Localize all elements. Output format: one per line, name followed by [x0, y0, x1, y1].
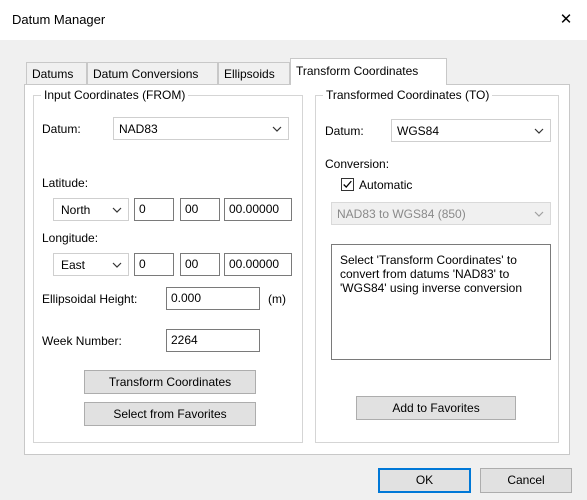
chevron-down-icon	[534, 211, 544, 217]
latitude-seconds-input[interactable]: 00.00000	[224, 198, 292, 221]
longitude-minutes-input[interactable]: 00	[180, 253, 220, 276]
week-number-input[interactable]: 2264	[166, 329, 260, 352]
latitude-minutes-input[interactable]: 00	[180, 198, 220, 221]
conversion-value: NAD83 to WGS84 (850)	[337, 207, 466, 221]
longitude-hemisphere-select[interactable]: East	[53, 253, 129, 276]
ellipsoidal-height-input[interactable]: 0.000	[166, 287, 260, 310]
window-title: Datum Manager	[12, 12, 106, 27]
week-number-label: Week Number:	[42, 334, 122, 348]
latitude-label: Latitude:	[42, 176, 89, 190]
chevron-down-icon	[112, 262, 122, 268]
output-datum-select[interactable]: WGS84	[391, 119, 551, 142]
latitude-hemisphere-select[interactable]: North	[53, 198, 129, 221]
ok-button[interactable]: OK	[378, 468, 471, 493]
input-group-title: Input Coordinates (FROM)	[41, 88, 189, 102]
latitude-degrees-input[interactable]: 0	[134, 198, 174, 221]
input-datum-select[interactable]: NAD83	[113, 117, 289, 140]
title-bar: Datum Manager ✕	[0, 0, 587, 40]
automatic-label: Automatic	[359, 178, 413, 192]
automatic-checkbox[interactable]	[341, 178, 354, 191]
chevron-down-icon	[534, 128, 544, 134]
ellipsoidal-height-label: Ellipsoidal Height:	[42, 292, 138, 306]
longitude-hemisphere-value: East	[61, 258, 86, 272]
input-datum-value: NAD83	[119, 122, 158, 136]
output-group-title: Transformed Coordinates (TO)	[323, 88, 493, 102]
tab-datums[interactable]: Datums	[26, 62, 87, 84]
conversion-select[interactable]: NAD83 to WGS84 (850)	[331, 202, 551, 225]
add-to-favorites-button[interactable]: Add to Favorites	[356, 396, 516, 420]
longitude-label: Longitude:	[42, 231, 99, 245]
longitude-degrees-input[interactable]: 0	[134, 253, 174, 276]
output-datum-value: WGS84	[397, 124, 440, 138]
cancel-button[interactable]: Cancel	[480, 468, 572, 493]
close-icon: ✕	[559, 11, 573, 28]
close-button[interactable]: ✕	[551, 6, 581, 32]
height-unit-label: (m)	[268, 292, 286, 306]
chevron-down-icon	[112, 207, 122, 213]
chevron-down-icon	[272, 126, 282, 132]
input-datum-label: Datum:	[42, 122, 81, 136]
tab-datum-conversions[interactable]: Datum Conversions	[87, 62, 218, 84]
select-from-favorites-button[interactable]: Select from Favorites	[84, 402, 256, 426]
transform-coordinates-button[interactable]: Transform Coordinates	[84, 370, 256, 394]
conversion-message: Select 'Transform Coordinates' to conver…	[331, 244, 551, 360]
latitude-hemisphere-value: North	[61, 203, 91, 217]
checkmark-icon	[343, 180, 352, 188]
conversion-label: Conversion:	[325, 157, 390, 171]
output-datum-label: Datum:	[325, 124, 364, 138]
longitude-seconds-input[interactable]: 00.00000	[224, 253, 292, 276]
tab-transform-coordinates[interactable]: Transform Coordinates	[290, 58, 447, 85]
tab-panel-transform-coordinates: Input Coordinates (FROM) Datum: NAD83 La…	[24, 84, 570, 455]
tab-ellipsoids[interactable]: Ellipsoids	[218, 62, 290, 84]
